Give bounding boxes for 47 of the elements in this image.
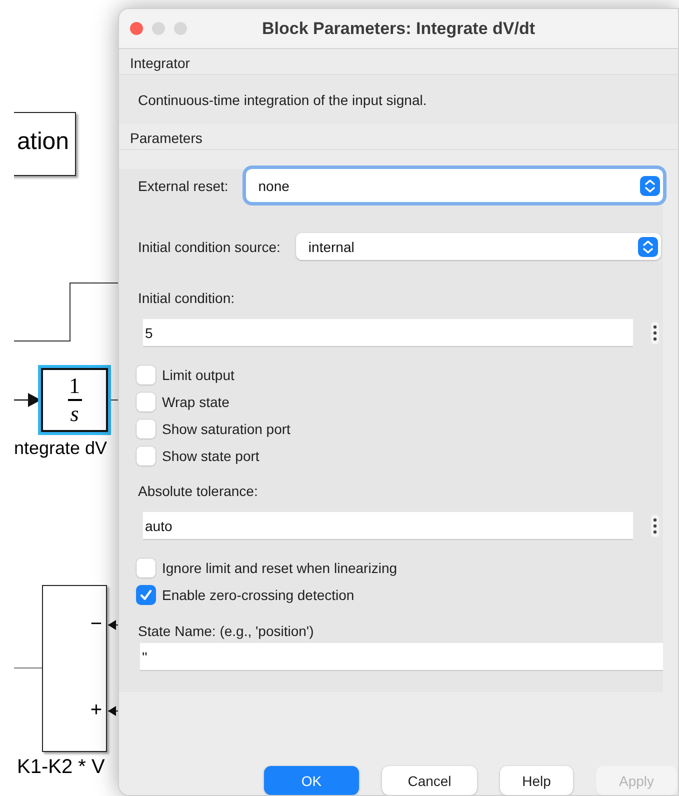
input-field[interactable]: auto [143,512,633,540]
close-button[interactable] [130,22,143,35]
integrator-block[interactable]: 1 s [41,368,108,432]
stepper-icon [638,236,658,256]
dialog-button[interactable]: OK [264,766,359,795]
input-field[interactable]: 5 [143,319,633,347]
dropdown[interactable]: internal [296,233,661,260]
minimize-button[interactable] [152,22,165,35]
checkmark-icon [139,588,153,602]
checkbox-label: Enable zero-crossing detection [162,586,354,602]
dropdown[interactable]: none [246,169,663,202]
checkbox[interactable] [136,558,156,578]
subsystem-block[interactable]: ation [14,112,76,176]
field-label: State Name: (e.g., 'position') [138,623,315,639]
section-header: Parameters [119,124,678,150]
dialog-button[interactable]: Help [500,766,573,795]
denominator: s [70,402,79,426]
checkbox[interactable] [136,392,156,412]
sum-block[interactable]: − + [42,585,107,752]
zoom-button[interactable] [174,22,187,35]
field-label: Initial condition source: [138,238,280,254]
field-label: Absolute tolerance: [138,483,259,499]
more-options-icon[interactable] [651,515,659,537]
connector-arrow [14,393,41,407]
checkbox[interactable] [136,446,156,466]
block-description: Continuous-time integration of the input signal. [138,92,427,108]
checkbox-label: Wrap state [162,394,230,410]
checkbox-label: Limit output [162,366,234,382]
block-label: ntegrate dV [14,438,108,459]
port-sign: + [90,700,102,720]
dialog-button[interactable]: Cancel [382,766,477,795]
checkbox-label: Show state port [162,448,260,464]
block-label: ation [16,128,69,156]
more-options-icon[interactable] [651,322,659,344]
field-label: External reset: [138,178,228,194]
window-title: Block Parameters: Integrate dV/dt [262,18,536,38]
checkbox-label: Show saturation port [162,420,290,436]
checkbox-label: Ignore limit and reset when linearizing [162,560,398,576]
checkbox[interactable] [136,364,156,384]
field-label: Initial condition: [138,290,236,306]
input-field[interactable]: '' [140,643,663,671]
stepper-icon [640,176,660,196]
block-label: K1-K2 * V [17,756,105,779]
checkbox[interactable] [136,584,156,604]
checkbox[interactable] [136,418,156,438]
port-sign: − [90,614,102,634]
numerator: 1 [69,374,80,398]
